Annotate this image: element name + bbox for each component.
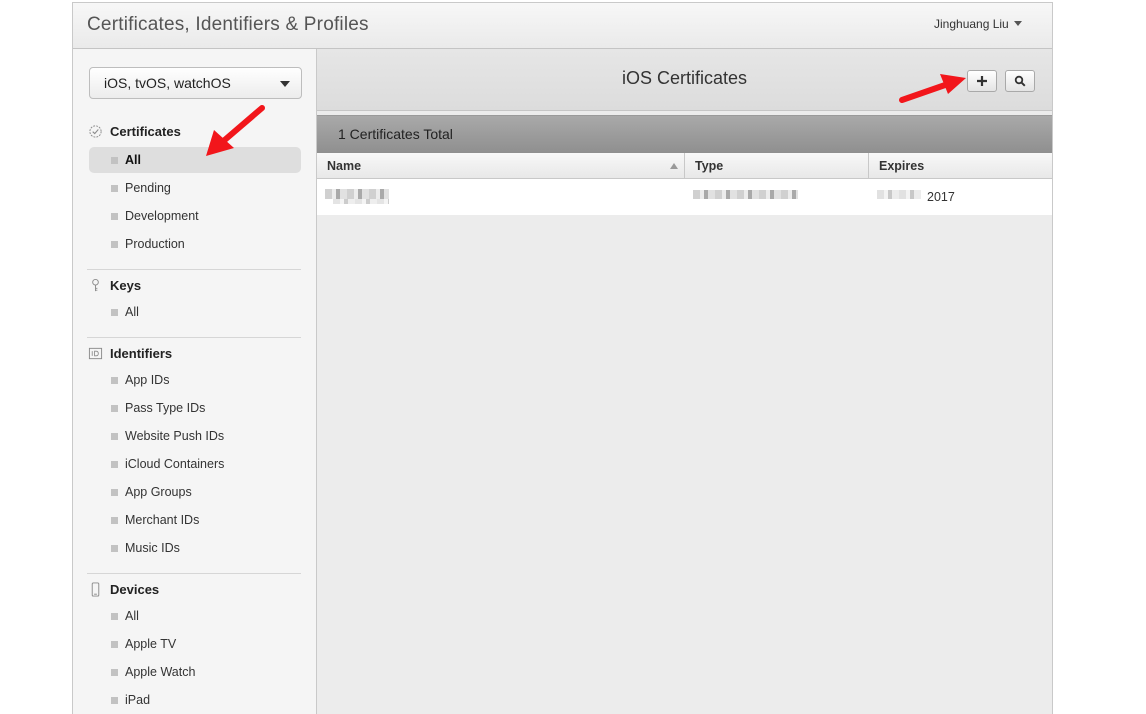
sort-ascending-icon	[670, 163, 678, 169]
bullet-icon	[111, 213, 118, 220]
sidebar-item-apple-watch[interactable]: Apple Watch	[89, 659, 301, 685]
search-button[interactable]	[1005, 70, 1035, 92]
sidebar: iOS, tvOS, watchOS Certificates All Pend…	[73, 49, 317, 714]
section-label: Keys	[110, 277, 142, 293]
sidebar-item-icloud-containers[interactable]: iCloud Containers	[89, 451, 301, 477]
bullet-icon	[111, 489, 118, 496]
section-label: Devices	[110, 581, 160, 597]
bullet-icon	[111, 377, 118, 384]
sidebar-item-production[interactable]: Production	[89, 231, 301, 257]
redacted-name	[325, 189, 389, 199]
bullet-icon	[111, 185, 118, 192]
chevron-down-icon	[280, 81, 290, 87]
sidebar-item-label: Apple Watch	[125, 665, 196, 679]
sidebar-item-label: App IDs	[125, 373, 170, 387]
app-title: Certificates, Identifiers & Profiles	[87, 14, 369, 35]
key-icon	[87, 277, 103, 293]
bullet-icon	[111, 157, 118, 164]
sidebar-item-label: App Groups	[125, 485, 192, 499]
sidebar-item-keys-all[interactable]: All	[89, 299, 301, 325]
sidebar-item-label: All	[125, 609, 139, 623]
section-label: Certificates	[110, 123, 181, 139]
sidebar-item-label: Production	[125, 237, 185, 251]
certificate-seal-icon	[87, 123, 103, 139]
sidebar-item-label: iCloud Containers	[125, 457, 225, 471]
sidebar-item-label: Website Push IDs	[125, 429, 225, 443]
sidebar-item-website-push-ids[interactable]: Website Push IDs	[89, 423, 301, 449]
sidebar-item-label: Pass Type IDs	[125, 401, 206, 415]
column-label: Name	[327, 159, 362, 173]
platform-select[interactable]: iOS, tvOS, watchOS	[89, 67, 302, 99]
section-label: Identifiers	[110, 345, 173, 361]
divider	[87, 337, 301, 338]
column-label: Expires	[879, 159, 925, 173]
bullet-icon	[111, 309, 118, 316]
sidebar-item-ipad[interactable]: iPad	[89, 687, 301, 713]
sidebar-section-keys[interactable]: Keys	[87, 275, 141, 295]
sidebar-item-certificates-all[interactable]: All	[89, 147, 301, 173]
sidebar-item-label: iPad	[125, 693, 151, 707]
bullet-icon	[111, 241, 118, 248]
sidebar-item-label: Development	[125, 209, 199, 223]
annotation-arrow-icon	[899, 74, 966, 103]
bullet-icon	[111, 517, 118, 524]
id-card-icon	[87, 345, 103, 361]
sidebar-item-apple-tv[interactable]: Apple TV	[89, 631, 301, 657]
redacted-type	[693, 190, 798, 199]
sidebar-item-development[interactable]: Development	[89, 203, 301, 229]
bullet-icon	[111, 461, 118, 468]
top-bar: Certificates, Identifiers & Profiles Jin…	[73, 3, 1052, 49]
sidebar-item-label: Merchant IDs	[125, 513, 200, 527]
bullet-icon	[111, 545, 118, 552]
sidebar-item-pass-type-ids[interactable]: Pass Type IDs	[89, 395, 301, 421]
column-label: Type	[695, 159, 724, 173]
bullet-icon	[111, 433, 118, 440]
user-name: Jinghuang Liu	[934, 17, 1009, 31]
divider	[87, 573, 301, 574]
sidebar-item-music-ids[interactable]: Music IDs	[89, 535, 301, 561]
main-content: iOS Certificates 1 Certificates Total Na…	[317, 49, 1052, 714]
search-icon	[1014, 75, 1026, 87]
sidebar-section-devices[interactable]: Devices	[87, 579, 159, 599]
certificates-total-bar: 1 Certificates Total	[317, 115, 1052, 153]
sidebar-item-label: Apple TV	[125, 637, 177, 651]
annotation-arrow-icon	[206, 105, 265, 156]
bullet-icon	[111, 669, 118, 676]
column-header-type[interactable]: Type	[685, 153, 869, 179]
sidebar-item-devices-all[interactable]: All	[89, 603, 301, 629]
expires-year: 2017	[927, 190, 955, 204]
phone-device-icon	[87, 581, 103, 597]
plus-icon	[977, 76, 987, 86]
bullet-icon	[111, 405, 118, 412]
table-row[interactable]: 2017	[317, 179, 1052, 215]
sidebar-section-identifiers[interactable]: Identifiers	[87, 343, 172, 363]
bullet-icon	[111, 641, 118, 648]
add-certificate-button[interactable]	[967, 70, 997, 92]
column-header-expires[interactable]: Expires	[869, 153, 1052, 179]
sidebar-item-label: All	[125, 153, 141, 167]
sidebar-item-label: Music IDs	[125, 541, 180, 555]
column-header-name[interactable]: Name	[317, 153, 685, 179]
platform-select-value: iOS, tvOS, watchOS	[104, 75, 231, 91]
sidebar-item-label: Pending	[125, 181, 171, 195]
bullet-icon	[111, 613, 118, 620]
redacted-name-line	[333, 199, 389, 204]
user-menu[interactable]: Jinghuang Liu	[934, 17, 1022, 31]
redacted-expires-date	[877, 190, 921, 199]
sidebar-item-app-ids[interactable]: App IDs	[89, 367, 301, 393]
chevron-down-icon	[1013, 21, 1022, 26]
divider	[87, 269, 301, 270]
table-header: Name Type Expires	[317, 153, 1052, 179]
sidebar-section-certificates[interactable]: Certificates	[87, 121, 181, 141]
sidebar-item-label: All	[125, 305, 139, 319]
bullet-icon	[111, 697, 118, 704]
sidebar-item-pending[interactable]: Pending	[89, 175, 301, 201]
sidebar-item-merchant-ids[interactable]: Merchant IDs	[89, 507, 301, 533]
sidebar-item-app-groups[interactable]: App Groups	[89, 479, 301, 505]
